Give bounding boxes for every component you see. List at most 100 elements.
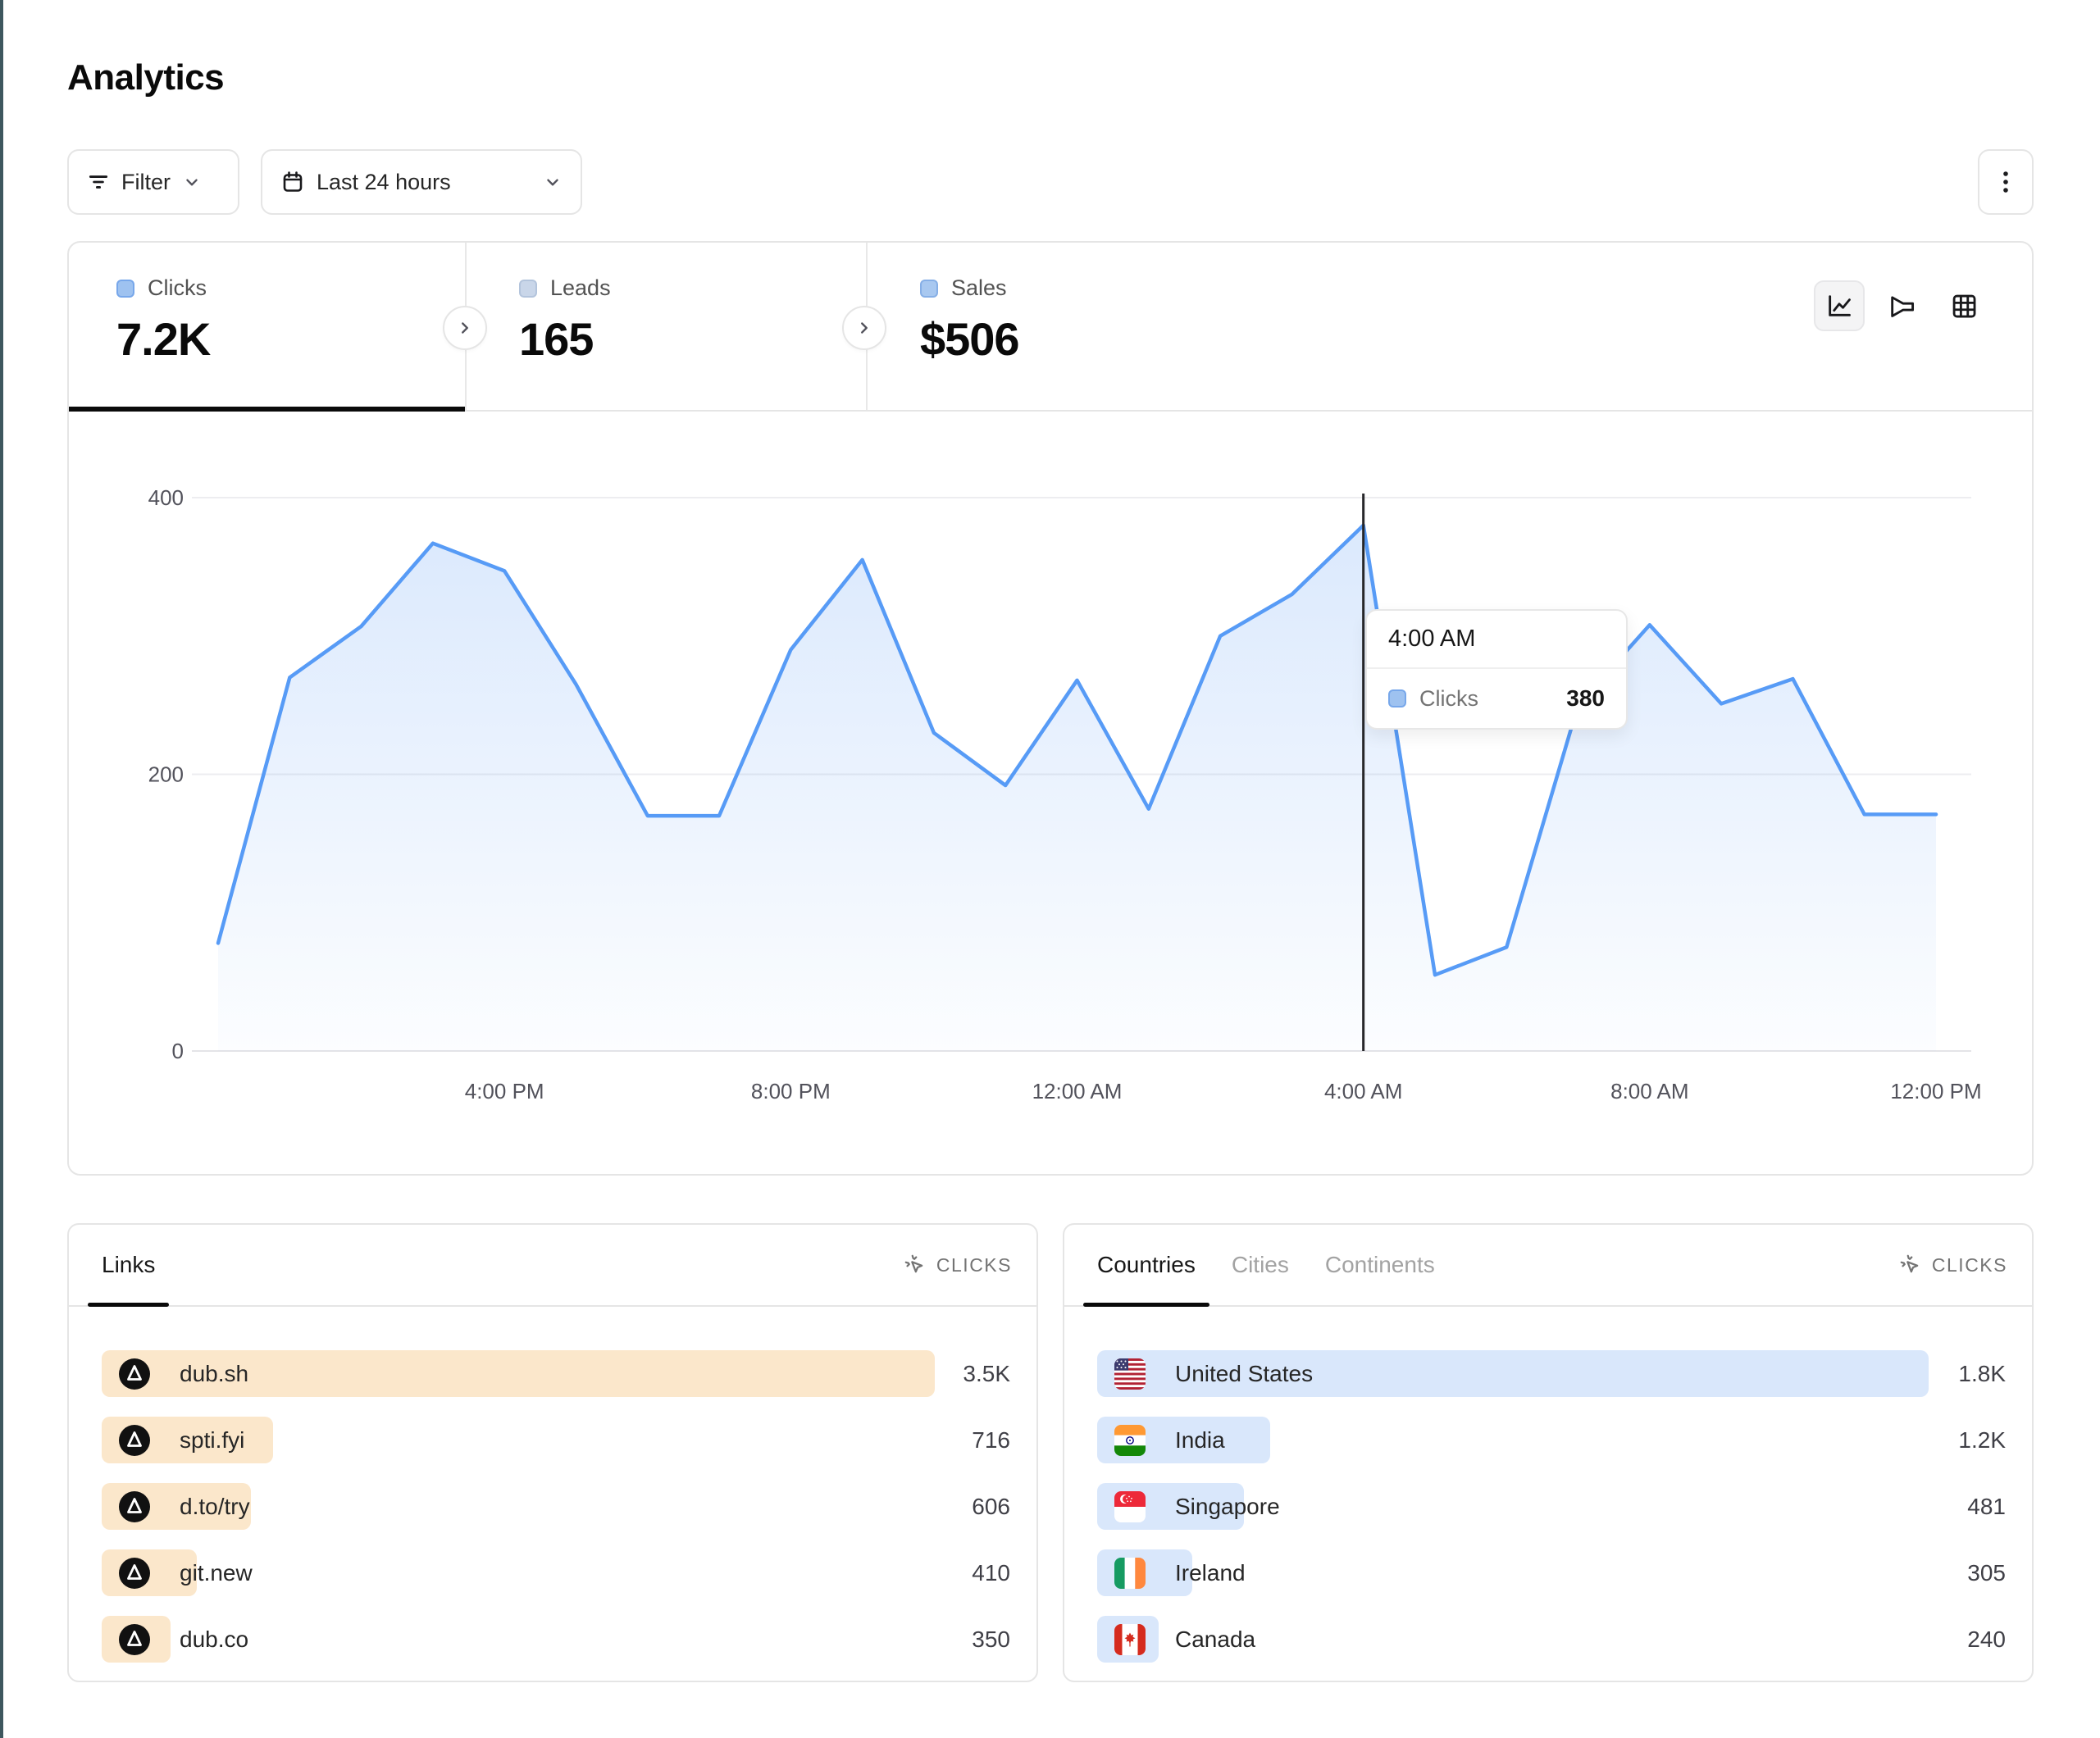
list-item[interactable]: Ireland 305 [1097,1549,2006,1596]
funnel-chart-icon [1888,292,1916,320]
y-axis-tick: 400 [148,485,184,510]
row-label: India [1175,1427,1225,1454]
line-chart-toggle[interactable] [1814,280,1865,331]
x-axis-tick: 12:00 PM [1890,1079,1981,1103]
row-label: d.to/try [180,1494,250,1520]
row-label: Canada [1175,1627,1255,1653]
flag-singapore [1114,1491,1146,1522]
page-title: Analytics [67,57,224,98]
countries-panel-header: Countries Cities Continents CLICKS [1064,1225,2032,1307]
dub-logo-icon [119,1624,150,1655]
flag-ireland [1114,1558,1146,1589]
chart-type-toggles [1814,280,1989,331]
filter-label: Filter [121,170,171,195]
date-range-button[interactable]: Last 24 hours [261,149,582,215]
countries-metric[interactable]: CLICKS [1899,1225,2007,1305]
tab-countries[interactable]: Countries [1083,1225,1209,1305]
analytics-card: Clicks 7.2K Leads 165 Sales $506 [67,241,2034,1176]
dub-logo-icon [119,1425,150,1456]
dub-logo-icon [119,1358,150,1390]
x-axis-tick: 8:00 AM [1610,1079,1688,1103]
tab-links[interactable]: Links [88,1225,169,1305]
chart-tooltip: 4:00 AM Clicks 380 [1365,609,1628,730]
clicks-area-chart[interactable]: 0 200 400 4:00 PM 8:00 PM 12:00 AM 4:00 AM 8:00… [69,412,2032,1174]
stat-label: Leads [550,275,611,301]
row-icon [119,1358,150,1390]
countries-panel: Countries Cities Continents CLICKS Unite… [1063,1223,2034,1682]
list-item[interactable]: India 1.2K [1097,1417,2006,1463]
y-axis-tick: 0 [172,1039,184,1063]
tooltip-series-label: Clicks [1419,686,1478,712]
table-view-toggle[interactable] [1938,280,1989,331]
tab-cities[interactable]: Cities [1218,1225,1303,1305]
next-stat-button[interactable] [842,306,886,350]
stat-value: 165 [519,312,866,366]
tooltip-time: 4:00 AM [1367,611,1626,669]
filter-icon [87,171,110,193]
row-value: 606 [972,1494,1010,1520]
kebab-menu-icon [1993,168,2018,196]
row-icon [119,1425,150,1456]
stats-tabs-row: Clicks 7.2K Leads 165 Sales $506 [69,243,2032,412]
x-axis-tick: 4:00 AM [1324,1079,1402,1103]
chevron-right-icon [855,319,873,337]
cursor-click-icon [1899,1253,1922,1276]
tooltip-value: 380 [1566,685,1605,712]
clicks-legend-square [116,280,134,298]
x-axis-tick: 8:00 PM [751,1079,831,1103]
row-label: Ireland [1175,1560,1246,1586]
y-axis-tick: 200 [148,762,184,787]
sales-legend-square [920,280,938,298]
flag-united-states [1114,1358,1146,1390]
list-item[interactable]: d.to/try 606 [102,1483,1010,1530]
list-item[interactable]: dub.sh 3.5K [102,1350,1010,1397]
row-value: 481 [1967,1494,2006,1520]
tooltip-legend-square [1388,689,1406,707]
metric-label: CLICKS [1932,1254,2007,1276]
filter-button[interactable]: Filter [67,149,239,215]
links-metric[interactable]: CLICKS [904,1225,1012,1305]
chevron-down-icon [543,172,563,192]
stat-tab-sales[interactable]: Sales $506 [868,243,1294,410]
tab-continents[interactable]: Continents [1311,1225,1449,1305]
row-value: 350 [972,1627,1010,1653]
clicks-chart-svg: 0 200 400 4:00 PM 8:00 PM 12:00 AM 4:00 AM 8:00… [69,412,2032,1174]
x-axis-tick: 12:00 AM [1032,1079,1123,1103]
list-item[interactable]: spti.fyi 716 [102,1417,1010,1463]
row-icon [1114,1425,1146,1456]
links-panel-header: Links CLICKS [69,1225,1036,1307]
row-icon [1114,1491,1146,1522]
x-axis-tick: 4:00 PM [465,1079,544,1103]
stat-label: Sales [951,275,1007,301]
row-value: 1.2K [1958,1427,2006,1454]
row-value: 716 [972,1427,1010,1454]
list-item[interactable]: United States 1.8K [1097,1350,2006,1397]
flag-india [1114,1425,1146,1456]
row-label: dub.co [180,1627,248,1653]
line-chart-icon [1825,292,1853,320]
list-item[interactable]: Canada 240 [1097,1616,2006,1663]
metric-label: CLICKS [936,1254,1012,1276]
stat-value: 7.2K [116,312,465,366]
stat-tab-clicks[interactable]: Clicks 7.2K [69,243,465,410]
list-item[interactable]: dub.co 350 [102,1616,1010,1663]
more-options-button[interactable] [1978,149,2034,215]
links-list: dub.sh 3.5K spti.fyi 716 d.to/try 606 gi… [69,1307,1036,1663]
cursor-click-icon [904,1253,927,1276]
chevron-right-icon [456,319,474,337]
list-item[interactable]: git.new 410 [102,1549,1010,1596]
next-stat-button[interactable] [443,306,487,350]
row-value: 305 [1967,1560,2006,1586]
row-value: 1.8K [1958,1361,2006,1387]
row-label: United States [1175,1361,1313,1387]
calendar-icon [280,170,305,194]
row-icon [119,1558,150,1589]
funnel-chart-toggle[interactable] [1876,280,1927,331]
dub-logo-icon [119,1491,150,1522]
row-value: 3.5K [963,1361,1010,1387]
list-item[interactable]: Singapore 481 [1097,1483,2006,1530]
stat-value: $506 [920,312,1294,366]
row-icon [1114,1624,1146,1655]
table-grid-icon [1950,292,1978,320]
stat-tab-leads[interactable]: Leads 165 [467,243,866,410]
